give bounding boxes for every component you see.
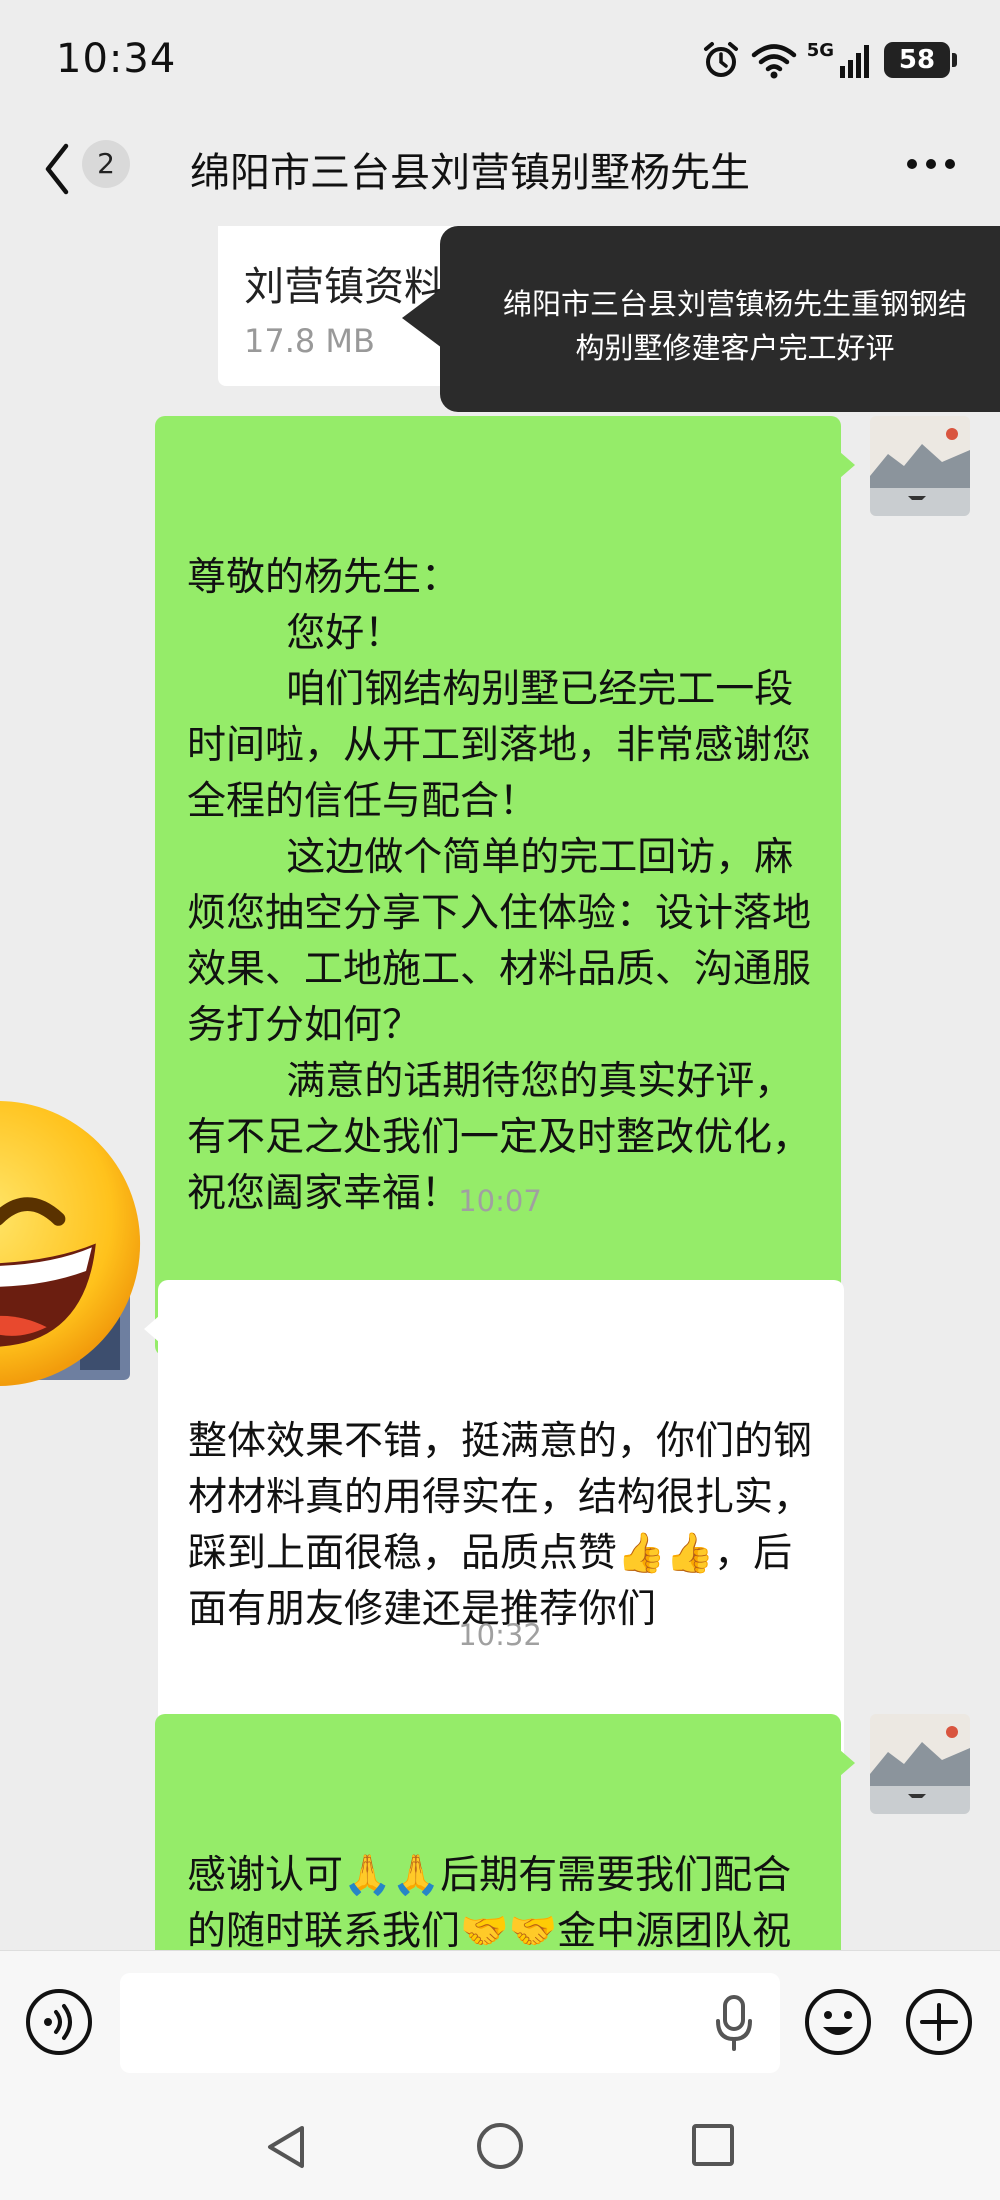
status-time: 10:34 [56, 36, 177, 82]
status-icons: 5G 58 [701, 40, 957, 80]
recents-square-icon[interactable] [690, 2122, 736, 2168]
received-message[interactable]: 整体效果不错，挺满意的，你们的钢材材料真的用得实在，结构很扎实，踩到上面很稳，品… [144, 1280, 844, 1772]
signal-icon [840, 45, 869, 78]
voice-icon[interactable] [24, 1987, 94, 2057]
chevron-left-icon[interactable] [36, 134, 76, 204]
message-timestamp: 10:07 [458, 1184, 542, 1218]
input-bar [0, 1950, 1000, 2090]
avatar[interactable] [870, 1714, 970, 1814]
system-navigation-bar [0, 2090, 1000, 2200]
battery-indicator: 58 [884, 42, 957, 78]
plus-icon[interactable] [904, 1987, 974, 2057]
alarm-icon [703, 42, 738, 77]
message-list[interactable]: 刘营镇资料.pdf 17.8 MB 绵阳市三台县刘营镇杨先生重钢钢结构别墅修建客… [0, 226, 1000, 1950]
ellipsis-icon[interactable] [906, 158, 956, 170]
avatar[interactable] [870, 416, 970, 516]
tooltip-arrow [402, 288, 442, 348]
tooltip: 绵阳市三台县刘营镇杨先生重钢钢结构别墅修建客户完工好评 [402, 226, 1000, 412]
triangle-back-icon[interactable] [262, 2122, 312, 2172]
status-bar: 10:34 5G 58 [0, 0, 1000, 120]
sent-message[interactable]: 感谢认可🙏🙏后期有需要我们配合的随时联系我们🤝🤝金中源团队祝您生活愉快！ [155, 1714, 855, 1950]
wifi-icon [751, 44, 796, 79]
tooltip-text: 绵阳市三台县刘营镇杨先生重钢钢结构别墅修建客户完工好评 [502, 287, 967, 365]
message-text: 感谢认可🙏🙏后期有需要我们配合的随时联系我们🤝🤝金中源团队祝您生活愉快！ [187, 1853, 792, 1950]
home-circle-icon[interactable] [474, 2120, 526, 2172]
chat-title: 绵阳市三台县刘营镇别墅杨先生 [190, 150, 750, 196]
message-timestamp: 10:32 [458, 1618, 542, 1652]
message-text: 尊敬的杨先生： 您好！ 咱们钢结构别墅已经完工一段时间啦，从开工到落地，非常感谢… [187, 555, 812, 1216]
message-input[interactable] [120, 1973, 780, 2073]
smiley-icon[interactable] [803, 1987, 873, 2057]
microphone-icon[interactable] [712, 1993, 756, 2053]
message-text: 整体效果不错，挺满意的，你们的钢材材料真的用得实在，结构很扎实，踩到上面很稳，品… [188, 1419, 813, 1632]
network-type: 5G [806, 40, 834, 61]
unread-count-badge[interactable]: 2 [82, 140, 130, 188]
laughing-emoji-sticker [0, 1100, 141, 1387]
